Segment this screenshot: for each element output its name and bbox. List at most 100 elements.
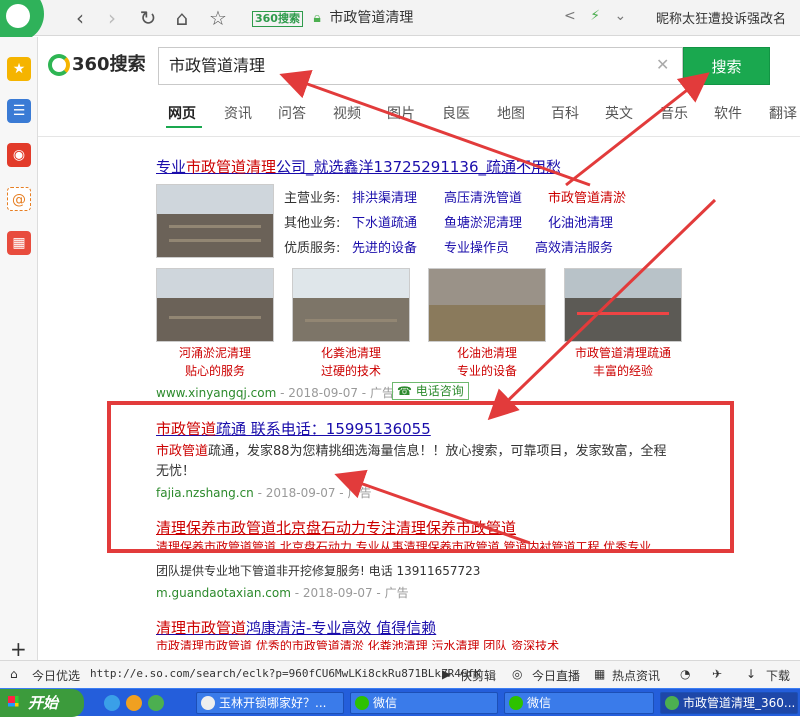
service-link[interactable]: 专业操作员 — [444, 237, 509, 256]
download-icon[interactable]: ↓ — [746, 667, 756, 681]
list-icon[interactable]: ☰ — [7, 99, 31, 123]
lock-icon: 🔒︎ — [313, 10, 321, 26]
search-logo[interactable]: 360搜索 — [48, 50, 146, 80]
ad4-description: 市政清理市政管道 优秀的市政管道清淤 化粪池清理 污水清理 团队 资深技术 — [156, 640, 560, 650]
tab-map[interactable]: 地图 — [497, 103, 525, 123]
status-url: http://e.so.com/search/eclk?p=960fCU6MwL… — [90, 667, 481, 680]
ad4-title[interactable]: 清理市政管道鸿康清洁-专业高效 值得信赖 — [156, 617, 436, 638]
service-link[interactable]: 排洪渠清理 — [352, 187, 417, 206]
tab-news[interactable]: 资讯 — [224, 103, 252, 123]
service-link[interactable]: 市政管道清淤 — [548, 187, 626, 206]
taskbar-item[interactable]: 微信 — [350, 692, 498, 714]
chevron-down-icon[interactable]: ⌄ — [614, 8, 626, 24]
address-bar[interactable]: 360搜索 🔒︎ 市政管道清理 — [252, 5, 552, 31]
home-icon[interactable]: ⌂ — [170, 6, 194, 30]
ad1-thumb-image[interactable] — [292, 268, 410, 342]
address-badge: 360搜索 — [252, 11, 303, 27]
address-text: 市政管道清理 — [329, 10, 414, 26]
wechat-icon — [355, 696, 369, 710]
email-icon[interactable]: @ — [7, 187, 31, 211]
search-button[interactable]: 搜索 — [683, 47, 770, 85]
taskbar-item[interactable]: 玉林开锁哪家好？... — [196, 692, 344, 714]
ad3-description: 团队提供专业地下管道非开挖修复服务! 电话 13911657723 — [156, 564, 481, 578]
windows-taskbar: 开始 玉林开锁哪家好？... 微信 微信 市政管道清理_360... — [0, 688, 800, 717]
annotation-highlight-box — [107, 401, 734, 553]
tab-software[interactable]: 软件 — [714, 103, 742, 123]
favorites-star-icon[interactable]: ★ — [7, 57, 31, 81]
phone-consult-button[interactable]: ☎ 电话咨询 — [392, 382, 469, 400]
taskbar-item[interactable]: 微信 — [504, 692, 654, 714]
tab-baike[interactable]: 百科 — [551, 103, 579, 123]
back-icon[interactable]: ‹ — [68, 6, 92, 30]
search-tabs: 网页 资讯 问答 视频 图片 良医 地图 百科 英文 音乐 软件 翻译 — [168, 103, 800, 123]
refresh-icon[interactable]: ↻ — [136, 6, 160, 30]
phone-icon: ☎ — [397, 384, 412, 398]
quick-edit-link[interactable]: 快剪辑 — [460, 667, 496, 684]
tab-doctor[interactable]: 良医 — [442, 103, 470, 123]
tab-qa[interactable]: 问答 — [278, 103, 306, 123]
service-row-label: 优质服务: — [284, 241, 341, 256]
search-input[interactable]: 市政管道清理 — [158, 47, 683, 85]
start-button[interactable]: 开始 — [0, 689, 84, 717]
browser-360-icon — [665, 696, 679, 710]
service-link[interactable]: 高效清洁服务 — [535, 237, 613, 256]
ad1-url: www.xinyangqj.com - 2018-09-07 - 广告 — [156, 386, 394, 400]
download-link[interactable]: 下载 — [766, 667, 790, 684]
tab-music[interactable]: 音乐 — [660, 103, 688, 123]
service-link[interactable]: 鱼塘淤泥清理 — [444, 212, 522, 231]
image-caption[interactable]: 市政管道清理疏通 丰富的经验 — [563, 344, 683, 380]
share-icon[interactable]: < — [564, 8, 576, 24]
service-row-label: 其他业务: — [284, 216, 341, 231]
media-icon[interactable] — [126, 695, 142, 711]
image-caption[interactable]: 化油池清理 专业的设备 — [427, 344, 547, 380]
today-pick-icon[interactable]: ⌂ — [10, 667, 18, 681]
ad1-thumb-image[interactable] — [564, 268, 682, 342]
image-caption[interactable]: 河涌淤泥清理 贴心的服务 — [155, 344, 275, 380]
toolbar-icons: < ⚡ ⌄ — [564, 8, 626, 24]
add-icon[interactable]: + — [10, 637, 27, 661]
browser-logo-icon — [0, 0, 44, 42]
game-icon[interactable]: ▦ — [7, 231, 31, 255]
lightning-icon[interactable]: ⚡ — [590, 8, 600, 24]
ad1-title[interactable]: 专业市政管道清理公司_就选鑫洋13725291136_疏通不用愁 — [156, 156, 561, 177]
live-link[interactable]: 今日直播 — [532, 667, 580, 684]
ad1-main-image[interactable] — [156, 184, 274, 258]
service-link[interactable]: 高压清洗管道 — [444, 187, 522, 206]
ie-icon[interactable] — [104, 695, 120, 711]
service-link[interactable]: 下水道疏通 — [352, 212, 417, 231]
browser-statusbar: ⌂ 今日优选 http://e.so.com/search/eclk?p=960… — [0, 660, 800, 688]
wechat-icon — [509, 696, 523, 710]
ad3-url: m.guandaotaxian.com - 2018-09-07 - 广告 — [156, 586, 409, 600]
360-logo-icon — [48, 54, 70, 76]
today-pick-link[interactable]: 今日优选 — [32, 667, 80, 684]
tab-translate[interactable]: 翻译 — [769, 103, 797, 123]
tab-english[interactable]: 英文 — [605, 103, 633, 123]
user-name[interactable]: 昵称太狂遭投诉强改名 — [656, 8, 786, 27]
hot-news-icon[interactable]: ▦ — [594, 667, 605, 681]
window-icon — [201, 696, 215, 710]
browser-sidebar: ★ ☰ ◉ @ ▦ + — [0, 37, 38, 661]
forward-icon[interactable]: › — [100, 6, 124, 30]
image-caption[interactable]: 化粪池清理 过硬的技术 — [291, 344, 411, 380]
taskbar-item-active[interactable]: 市政管道清理_360... — [660, 692, 798, 714]
service-row-label: 主营业务: — [284, 191, 341, 206]
clear-icon[interactable]: ✕ — [656, 55, 669, 74]
ad1-thumb-image[interactable] — [428, 268, 546, 342]
tab-web[interactable]: 网页 — [168, 103, 196, 123]
browser-toolbar: ‹ › ↻ ⌂ ☆ 360搜索 🔒︎ 市政管道清理 < ⚡ ⌄ 昵称太狂遭投诉强… — [0, 0, 800, 42]
tab-image[interactable]: 图片 — [387, 103, 415, 123]
browser-360-icon[interactable] — [148, 695, 164, 711]
divider — [38, 136, 800, 137]
service-link[interactable]: 化油池清理 — [548, 212, 613, 231]
speed-icon[interactable]: ◔ — [680, 667, 690, 681]
favorite-star-icon[interactable]: ☆ — [206, 6, 230, 30]
active-tab-indicator — [166, 126, 202, 128]
weibo-icon[interactable]: ◉ — [7, 143, 31, 167]
ad1-thumb-image[interactable] — [156, 268, 274, 342]
live-icon[interactable]: ◎ — [512, 667, 522, 681]
tab-video[interactable]: 视频 — [333, 103, 361, 123]
video-edit-icon[interactable]: ▶ — [442, 667, 451, 681]
service-link[interactable]: 先进的设备 — [352, 237, 417, 256]
pin-icon[interactable]: ✈ — [712, 667, 722, 681]
hot-news-link[interactable]: 热点资讯 — [612, 667, 660, 684]
